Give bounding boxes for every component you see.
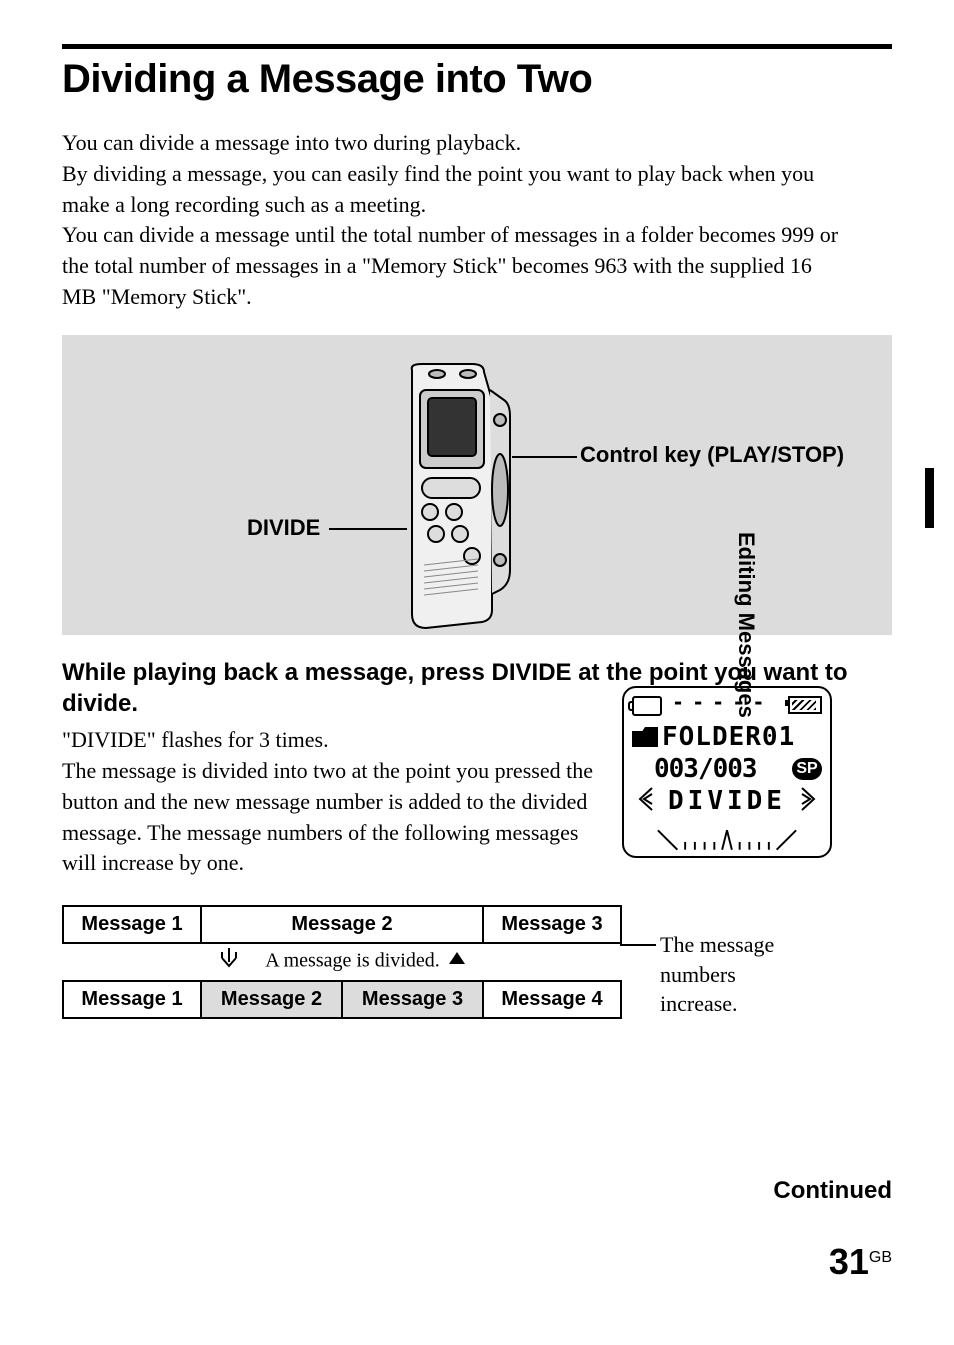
arrow-up-icon: [449, 952, 465, 964]
table-cell: Message 2: [201, 906, 483, 943]
table-cell: Message 3: [342, 981, 483, 1018]
record-icon: [632, 696, 662, 716]
side-note: The message numbers increase.: [660, 930, 800, 1019]
divide-caption: A message is divided.: [201, 943, 483, 981]
table-cell: Message 4: [483, 981, 621, 1018]
before-table: Message 1 Message 2 Message 3 A message …: [62, 905, 622, 1019]
arrow-down-icon: [218, 948, 240, 976]
table-cell: Message 1: [63, 981, 201, 1018]
device-diagram: DIVIDE Control key (PLAY/STOP): [62, 335, 892, 635]
table-cell: Message 1: [63, 906, 201, 943]
control-key-label: Control key (PLAY/STOP): [580, 442, 844, 468]
table-cell: Message 3: [483, 906, 621, 943]
table-cell: Message 2: [201, 981, 342, 1018]
step-body: "DIVIDE" flashes for 3 times. The messag…: [62, 725, 602, 879]
message-split-diagram: Message 1 Message 2 Message 3 A message …: [62, 905, 622, 1019]
lcd-folder-text: FOLDER01: [662, 722, 795, 752]
lcd-ticks-icon: [654, 828, 800, 852]
side-tab-label: Editing Messages: [733, 532, 759, 752]
after-row: Message 1 Message 2 Message 3 Message 4: [63, 981, 621, 1018]
manual-page: Dividing a Message into Two You can divi…: [0, 0, 954, 1345]
page-number-value: 31: [829, 1241, 869, 1282]
page-title: Dividing a Message into Two: [62, 57, 892, 102]
page-number: 31GB: [829, 1241, 892, 1283]
divide-label: DIVIDE: [247, 515, 320, 541]
flash-indicator-right-icon: [800, 786, 816, 817]
lcd-screen-illustration: - - - - - FOLDER01 003/003 SP DIVIDE: [622, 686, 832, 858]
section-side-tab: Editing Messages: [894, 468, 934, 698]
lcd-count: 003/003: [654, 754, 757, 784]
continued-label: Continued: [773, 1177, 892, 1205]
intro-paragraph: You can divide a message into two during…: [62, 128, 842, 313]
top-rule: [62, 44, 892, 49]
battery-icon: [788, 696, 822, 714]
side-note-leader: [620, 944, 656, 946]
sp-badge: SP: [792, 758, 822, 780]
side-tab-marker: [925, 468, 934, 528]
folder-icon: [632, 727, 658, 747]
recorder-device-icon: [382, 360, 522, 630]
page-number-suffix: GB: [869, 1249, 892, 1266]
